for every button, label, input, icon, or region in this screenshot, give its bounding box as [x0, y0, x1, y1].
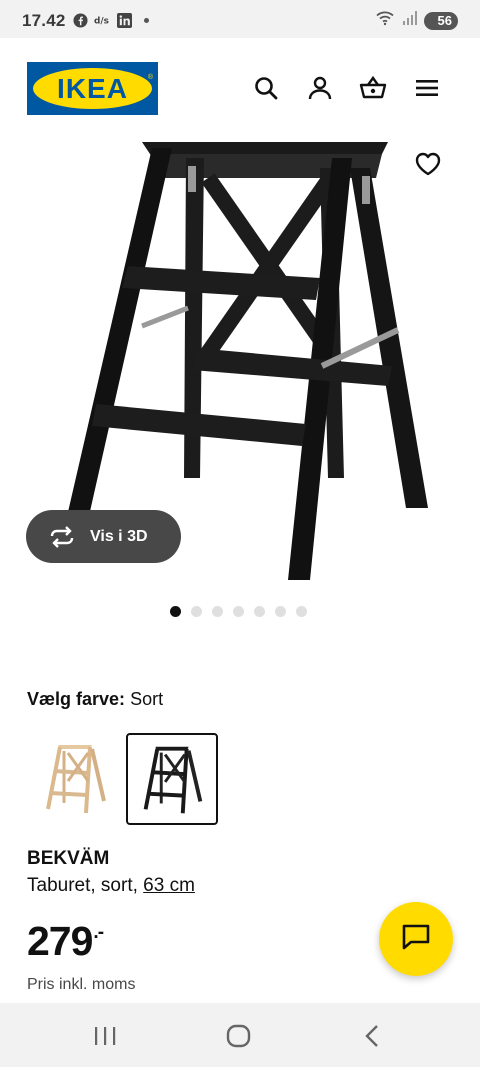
heart-icon[interactable]: [414, 150, 442, 178]
battery-indicator: 56: [423, 11, 458, 30]
recent-apps-button[interactable]: [90, 1021, 120, 1051]
price-integer: 279: [27, 918, 93, 964]
carousel-dot[interactable]: [254, 606, 265, 617]
battery-level: 56: [437, 12, 452, 28]
app-icon: d/s: [94, 12, 110, 28]
hamburger-menu-icon[interactable]: [413, 74, 441, 102]
system-icons: 56: [375, 10, 458, 31]
linkedin-icon: [116, 12, 132, 28]
carousel-dot[interactable]: [233, 606, 244, 617]
color-swatch-black-selected[interactable]: [126, 733, 218, 825]
carousel-dot[interactable]: [275, 606, 286, 617]
chat-button[interactable]: [379, 902, 453, 976]
carousel-dot[interactable]: [212, 606, 223, 617]
home-button[interactable]: [224, 1021, 254, 1051]
basket-icon[interactable]: [359, 74, 387, 102]
color-selector-label: Vælg farve: Sort: [27, 689, 163, 710]
product-price: 279.-: [27, 918, 104, 965]
user-icon[interactable]: [306, 74, 334, 102]
carousel-indicator: [170, 606, 307, 617]
view-in-3d-button[interactable]: Vis i 3D: [26, 510, 181, 563]
logo-registered-mark: ®: [147, 74, 153, 81]
notification-icons: d/s: [72, 12, 149, 28]
facebook-icon: [72, 12, 88, 28]
site-header: IKEA ®: [0, 38, 480, 138]
back-button[interactable]: [358, 1021, 388, 1051]
search-icon[interactable]: [252, 74, 280, 102]
system-navigation-bar: [0, 1003, 480, 1067]
product-type: Taburet, sort,: [27, 875, 138, 896]
color-value: Sort: [130, 689, 164, 709]
rotate-3d-icon: [48, 525, 76, 549]
ikea-logo[interactable]: IKEA ®: [27, 62, 158, 115]
svg-text:d/s: d/s: [94, 17, 109, 27]
view-in-3d-label: Vis i 3D: [90, 527, 148, 545]
chat-icon: [401, 923, 431, 956]
product-image-carousel[interactable]: Vis i 3D: [0, 138, 480, 588]
status-bar: 17.42 d/s 56: [0, 0, 480, 38]
product-size-link[interactable]: 63 cm: [143, 875, 195, 896]
signal-icon: [402, 11, 418, 30]
product-description: Taburet, sort, 63 cm: [27, 875, 195, 897]
carousel-dot[interactable]: [191, 606, 202, 617]
color-swatch-beech[interactable]: [30, 733, 120, 823]
price-note: Pris inkl. moms: [27, 976, 136, 993]
logo-text: IKEA: [57, 72, 128, 104]
carousel-dot[interactable]: [170, 606, 181, 617]
more-notifications-dot: [144, 17, 149, 23]
wifi-icon: [375, 10, 396, 31]
product-name: BEKVÄM: [27, 848, 110, 869]
color-label: Vælg farve:: [27, 689, 126, 709]
status-time: 17.42: [22, 11, 66, 30]
carousel-dot[interactable]: [296, 606, 307, 617]
price-decimal: .-: [93, 922, 104, 943]
